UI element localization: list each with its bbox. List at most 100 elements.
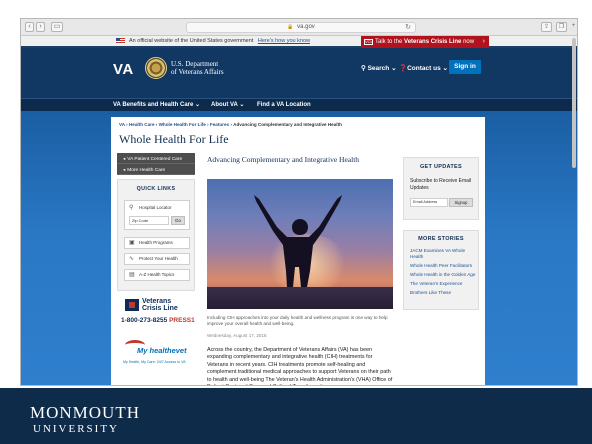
contact-us-menu[interactable]: ❓Contact us ⌄ <box>399 64 448 72</box>
gov-banner: An official website of the United States… <box>21 36 577 46</box>
health-programs-button[interactable]: ▣ Health Programs <box>124 237 190 249</box>
share-button[interactable]: ⇪ <box>541 22 552 32</box>
get-updates-desc: Subscribe to Receive Email Updates <box>410 178 472 191</box>
main-nav: VA Benefits and Health Care ⌄ About VA ⌄… <box>21 98 577 111</box>
side-nav-item-more-health[interactable]: ◂ More Health Care <box>117 164 195 175</box>
breadcrumb-va[interactable]: VA <box>119 122 125 127</box>
right-column: GET UPDATES Subscribe to Receive Email U… <box>403 157 479 310</box>
az-health-topics-button[interactable]: ▤ A-Z Health Topics <box>124 269 190 281</box>
chevron-right-icon: › <box>482 38 485 45</box>
dept-line-2: of Veterans Affairs <box>171 68 224 76</box>
monmouth-logo-line1: MONMOUTH <box>30 403 140 422</box>
page-scrollbar[interactable] <box>572 38 576 168</box>
left-column: ◂ VA Patient Centered Care ◂ More Health C… <box>117 153 195 370</box>
az-topics-label: A-Z Health Topics <box>139 272 175 277</box>
article-image <box>207 179 393 309</box>
crisis-logo-line2: Crisis Line <box>142 305 178 312</box>
us-flag-icon <box>116 38 125 44</box>
go-button[interactable]: Go <box>171 216 185 225</box>
monmouth-university-logo: MONMOUTH UNIVERSITY <box>30 404 140 435</box>
crisis-button-prefix: Talk to the <box>375 39 403 45</box>
myhealthevet-logo[interactable]: My healthevet My Health, My Care: 24/7 A… <box>117 336 195 370</box>
breadcrumb-whole-health[interactable]: Whole Health For Life <box>159 122 206 127</box>
search-menu[interactable]: ⚲ Search ⌄ <box>361 64 397 72</box>
nav-item-label: About VA <box>211 102 238 108</box>
side-nav-item-patient-centered[interactable]: ◂ VA Patient Centered Care <box>117 153 195 164</box>
article: Advancing Complementary and Integrative … <box>207 155 393 385</box>
list-icon: ▤ <box>129 272 135 278</box>
reload-icon[interactable]: ↻ <box>405 23 411 32</box>
more-stories-box: MORE STORIES JACM Examines VA Whole Heal… <box>403 230 479 310</box>
address-bar[interactable]: 🔒 va.gov ↻ <box>186 22 416 33</box>
breadcrumb-features[interactable]: Features <box>210 122 229 127</box>
crisis-line-logo-icon <box>125 299 139 311</box>
story-link[interactable]: Brothers Like These <box>410 290 476 296</box>
article-title: Advancing Complementary and Integrative … <box>207 155 360 164</box>
site-header: VA U.S. Department of Veterans Affairs ⚲… <box>21 48 577 98</box>
protect-your-health-button[interactable]: ∿ Protect Your Health <box>124 253 190 265</box>
department-name: U.S. Department of Veterans Affairs <box>171 60 224 76</box>
crisis-press: PRESS <box>169 317 192 324</box>
breadcrumb-health-care[interactable]: Health Care <box>129 122 155 127</box>
image-caption: Including CIH approaches into your daily… <box>207 315 388 326</box>
email-address-input[interactable]: Email Address <box>410 198 448 207</box>
crisis-line-icon: VCL <box>364 39 373 45</box>
myhealthevet-name: My healthevet <box>137 346 187 355</box>
lock-icon: 🔒 <box>287 24 294 30</box>
forward-button[interactable]: › <box>36 22 45 32</box>
content-panel: VA › Health Care › Whole Health For Life… <box>111 117 485 385</box>
crisis-button-suffix: now <box>463 39 475 45</box>
nav-item-find-location[interactable]: Find a VA Location <box>257 100 311 111</box>
side-nav: ◂ VA Patient Centered Care ◂ More Health C… <box>117 153 195 175</box>
more-stories-heading: MORE STORIES <box>418 236 464 242</box>
hospital-locator-label[interactable]: Hospital Locator <box>139 205 172 210</box>
heres-how-you-know-link[interactable]: Here's how you know <box>258 38 310 44</box>
veterans-crisis-line-button[interactable]: VCL Talk to the Veterans Crisis Line now… <box>361 36 489 48</box>
chevron-down-icon: ⌄ <box>239 102 245 108</box>
browser-toolbar: ‹ › ▭ 🔒 va.gov ↻ ⇪ ❐ + <box>21 19 577 36</box>
crisis-logo-line1: Veterans <box>142 298 172 305</box>
health-programs-label: Health Programs <box>139 240 173 245</box>
back-button[interactable]: ‹ <box>25 22 34 32</box>
nav-item-benefits[interactable]: VA Benefits and Health Care ⌄ <box>113 100 200 111</box>
chevron-down-icon: ⌄ <box>195 102 201 108</box>
story-link[interactable]: Whole Health Peer Facilitators <box>410 263 476 269</box>
signup-button[interactable]: Signup <box>449 198 473 207</box>
crisis-press-num: 1 <box>191 317 195 324</box>
map-pin-icon: ⚲ <box>129 205 134 211</box>
raised-arms-silhouette-icon <box>254 195 342 287</box>
story-link[interactable]: JACM Examines VA Whole Health <box>410 248 476 260</box>
quick-links-heading: QUICK LINKS <box>136 186 176 192</box>
monmouth-logo-line2: UNIVERSITY <box>33 423 119 435</box>
side-nav-label: More Health Care <box>127 168 166 173</box>
nav-item-label: VA Benefits and Health Care <box>113 102 194 108</box>
get-updates-heading: GET UPDATES <box>419 164 462 170</box>
story-link[interactable]: Whole Health in the Golden Age <box>410 272 476 278</box>
quick-links-box: QUICK LINKS ⚲ Hospital Locator Zip Code … <box>117 179 195 291</box>
sidebar-toggle-button[interactable]: ▭ <box>51 22 63 32</box>
hospital-locator: ⚲ Hospital Locator Zip Code Go <box>124 200 190 230</box>
veterans-crisis-line-logo[interactable]: Veterans Crisis Line 1-800-273-8255 PRES… <box>117 295 195 333</box>
slide-top-margin <box>0 0 592 14</box>
side-nav-label: VA Patient Centered Care <box>127 157 183 162</box>
new-tab-button[interactable]: + <box>568 22 577 32</box>
search-icon: ⚲ <box>361 65 368 72</box>
sign-in-button[interactable]: Sign in <box>449 60 481 74</box>
gov-banner-text: An official website of the United States… <box>129 37 310 45</box>
zip-code-input[interactable]: Zip Code <box>129 216 169 225</box>
tabs-button[interactable]: ❐ <box>556 22 567 32</box>
crisis-button-bold: Veterans Crisis Line <box>404 39 462 45</box>
nav-item-about[interactable]: About VA ⌄ <box>211 100 244 111</box>
briefcase-icon: ▣ <box>129 240 135 246</box>
chevron-down-icon: ⌄ <box>442 65 448 72</box>
contact-label: Contact us <box>407 65 441 72</box>
caret-icon: ◂ <box>123 167 126 172</box>
va-logo[interactable]: VA <box>113 61 134 78</box>
story-link[interactable]: The Veteran's Experience <box>410 281 476 287</box>
search-label: Search <box>367 65 390 72</box>
crisis-phone: 1-800-273-8255 PRESS1 <box>121 317 195 324</box>
protect-health-label: Protect Your Health <box>139 256 178 261</box>
question-icon: ❓ <box>399 65 408 72</box>
va-seal-icon <box>145 57 167 79</box>
address-bar-url: va.gov <box>297 24 315 30</box>
